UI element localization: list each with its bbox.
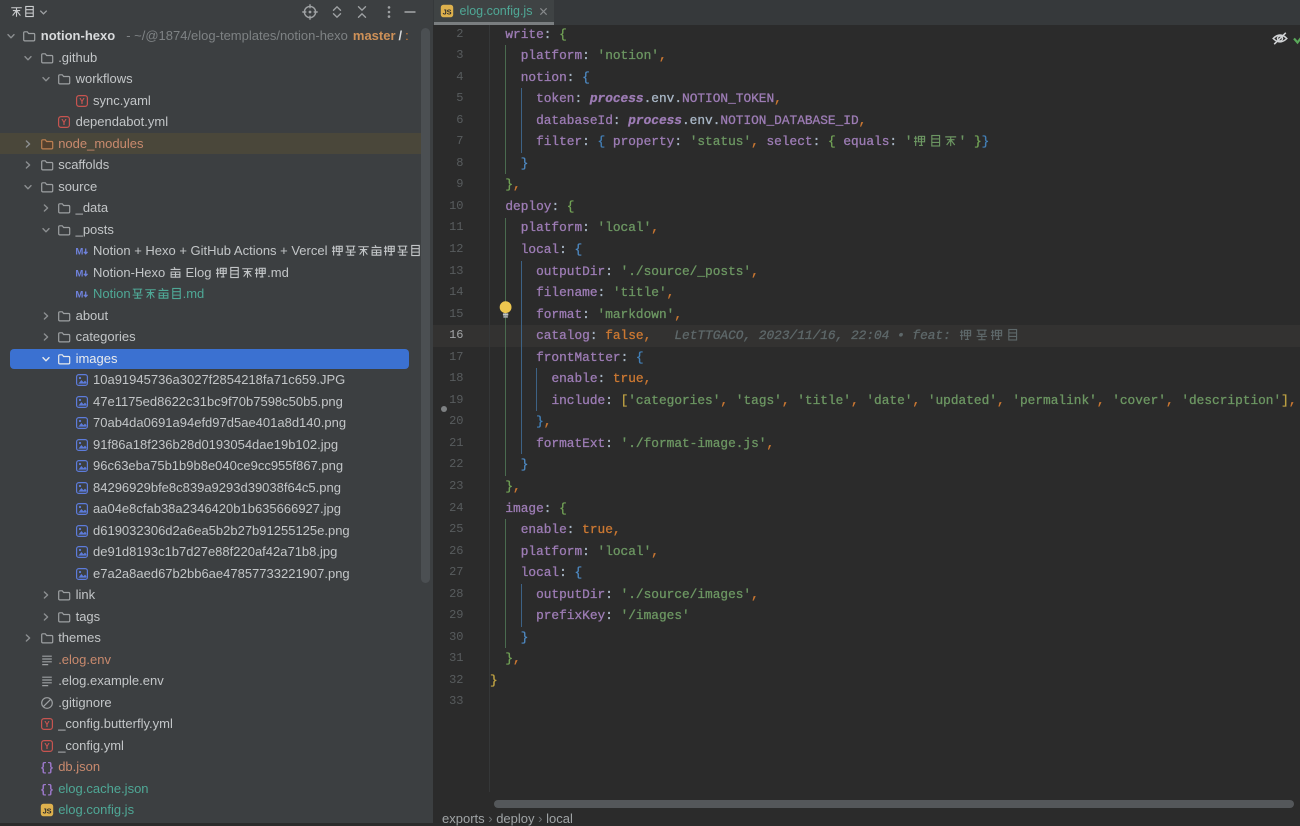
svg-text:JS: JS bbox=[42, 806, 51, 815]
svg-text:JS: JS bbox=[443, 7, 452, 16]
svg-text:M: M bbox=[75, 247, 83, 258]
svg-text:M: M bbox=[75, 268, 83, 279]
svg-text:Y: Y bbox=[44, 742, 50, 751]
svg-text:{}: {} bbox=[40, 762, 54, 774]
svg-text:Y: Y bbox=[44, 720, 50, 729]
svg-text:M: M bbox=[75, 290, 83, 301]
svg-text:Y: Y bbox=[79, 97, 85, 106]
svg-text:Y: Y bbox=[61, 118, 67, 127]
svg-text:{}: {} bbox=[40, 784, 54, 796]
